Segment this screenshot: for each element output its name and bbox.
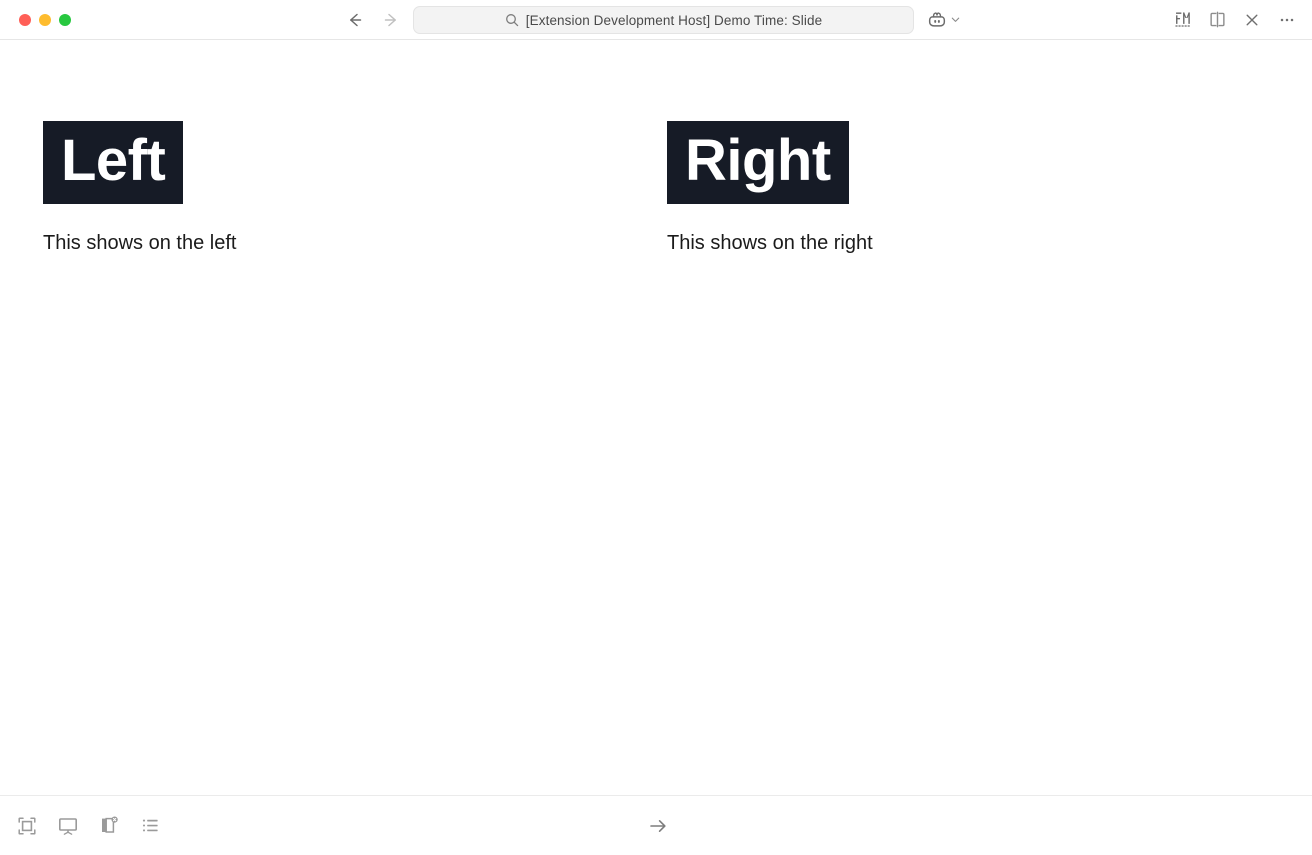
- app-window: [Extension Development Host] Demo Time: …: [0, 0, 1312, 855]
- next-slide-button[interactable]: [645, 813, 671, 839]
- slide-heading-right: Right: [667, 121, 849, 204]
- speaker-notes-button[interactable]: [96, 813, 122, 839]
- forward-button[interactable]: [380, 9, 402, 31]
- slide-list-button[interactable]: [137, 813, 163, 839]
- slide-column-left: Left This shows on the left: [43, 121, 667, 257]
- traffic-lights: [12, 13, 71, 26]
- slide: Left This shows on the left Right This s…: [0, 40, 1312, 795]
- more-actions-icon: [1280, 18, 1294, 21]
- search-value: [Extension Development Host] Demo Time: …: [525, 12, 823, 28]
- chevron-down-icon: [951, 17, 960, 22]
- slide-columns: Left This shows on the left Right This s…: [43, 121, 1312, 257]
- more-actions-button[interactable]: [1276, 9, 1298, 31]
- slide-body-right: This shows on the right: [667, 232, 873, 254]
- next-slide-icon: [650, 819, 666, 832]
- slide-navigation: [645, 813, 671, 839]
- notes-icon: [101, 816, 118, 833]
- slide-column-right: Right This shows on the right: [667, 121, 1291, 257]
- titlebar: [Extension Development Host] Demo Time: …: [0, 0, 1312, 40]
- copilot-menu-button[interactable]: [926, 9, 961, 31]
- maximize-window-button[interactable]: [59, 13, 71, 26]
- present-button[interactable]: [55, 813, 81, 839]
- bottom-toolbar-tools: [14, 813, 163, 839]
- search-container: [Extension Development Host] Demo Time: …: [413, 6, 914, 34]
- present-icon: [58, 817, 77, 835]
- slide-heading-left: Left: [43, 121, 184, 204]
- navigation-arrows: [344, 9, 402, 31]
- outline-list-icon: [142, 819, 158, 832]
- search-icon: [505, 14, 519, 27]
- search-input[interactable]: [Extension Development Host] Demo Time: …: [413, 6, 914, 34]
- close-window-button[interactable]: [19, 13, 31, 26]
- bottom-toolbar: [0, 795, 1312, 855]
- split-editor-icon: [1209, 11, 1225, 28]
- arrow-left-icon: [350, 13, 362, 26]
- close-icon: [1246, 14, 1258, 25]
- fit-to-screen-icon: [18, 816, 36, 835]
- copilot-icon: [928, 11, 946, 27]
- fit-to-screen-button[interactable]: [14, 813, 40, 839]
- close-editor-button[interactable]: [1241, 9, 1263, 31]
- format-markdown-button[interactable]: [1171, 9, 1193, 31]
- minimize-window-button[interactable]: [39, 13, 51, 26]
- slide-body-left: This shows on the left: [43, 232, 237, 254]
- back-button[interactable]: [344, 9, 366, 31]
- split-editor-button[interactable]: [1206, 9, 1228, 31]
- titlebar-actions: [1171, 9, 1298, 31]
- format-markdown-icon: [1174, 12, 1190, 27]
- arrow-right-icon: [384, 13, 396, 26]
- slide-preview-area: Left This shows on the left Right This s…: [0, 40, 1312, 795]
